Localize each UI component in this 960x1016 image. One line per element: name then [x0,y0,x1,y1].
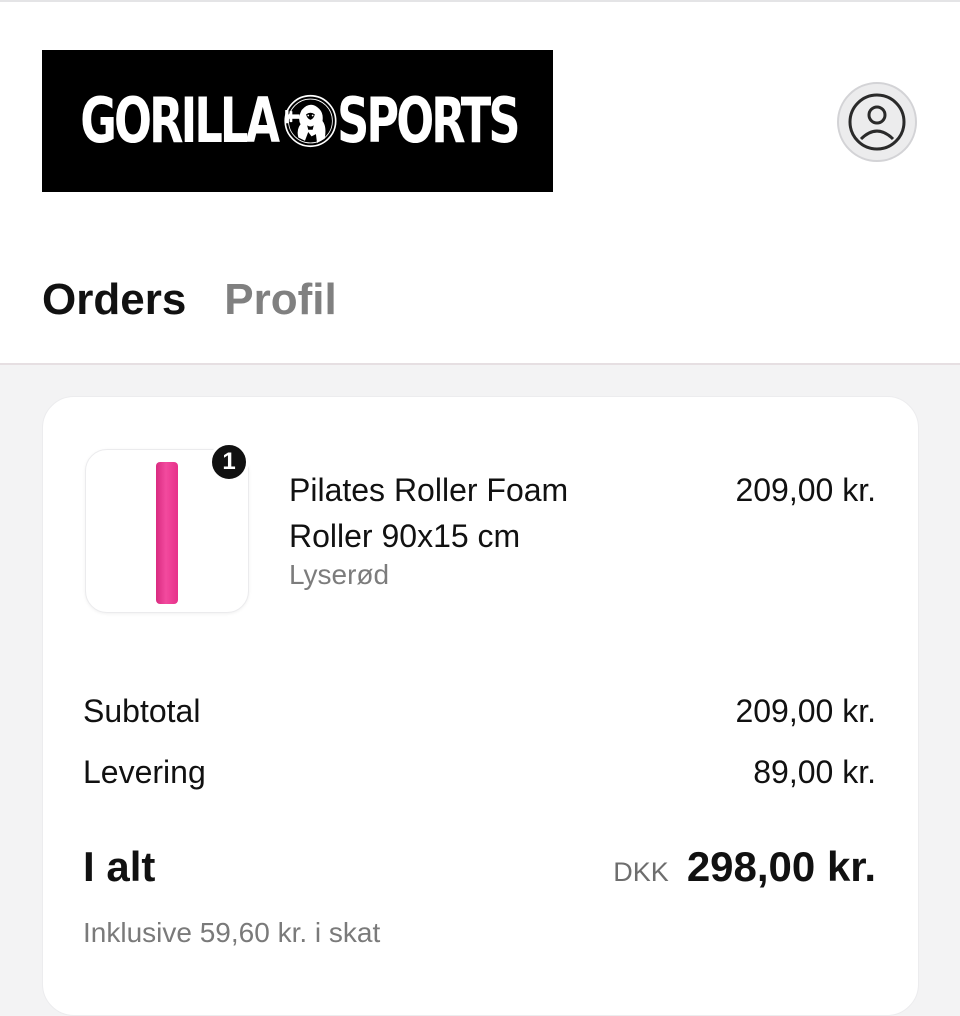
total-currency: DKK [613,857,669,887]
pink-foam-roller-image [156,462,178,604]
account-button[interactable] [837,82,917,162]
tab-profil[interactable]: Profil [224,274,336,326]
quantity-badge: 1 [209,442,249,482]
account-tabs: Orders Profil [42,274,337,326]
logo-text-left: GORILLA [80,84,280,157]
tab-orders[interactable]: Orders [42,274,186,326]
total-value-group: DKK 298,00 kr. [613,843,876,891]
order-card: 1 Pilates Roller Foam Roller 90x15 cm Ly… [42,396,919,1016]
total-label: I alt [83,843,156,890]
logo-text-right: SPORTS [337,84,520,157]
gorilla-icon [284,94,337,148]
header: GORILLA SPORTS Orders Profil [0,0,960,365]
product-price: 209,00 kr. [735,472,876,508]
subtotal-value: 209,00 kr. [735,693,876,729]
total-amount: 298,00 kr. [686,843,876,890]
tax-note: Inklusive 59,60 kr. i skat [83,917,381,948]
shipping-value: 89,00 kr. [753,754,876,790]
shipping-label: Levering [83,754,206,790]
product-name: Pilates Roller Foam Roller 90x15 cm [289,472,569,554]
gorilla-sports-logo[interactable]: GORILLA SPORTS [42,50,553,192]
user-circle-icon [848,93,906,151]
subtotal-label: Subtotal [83,693,201,729]
product-variant: Lyserød [289,559,390,590]
